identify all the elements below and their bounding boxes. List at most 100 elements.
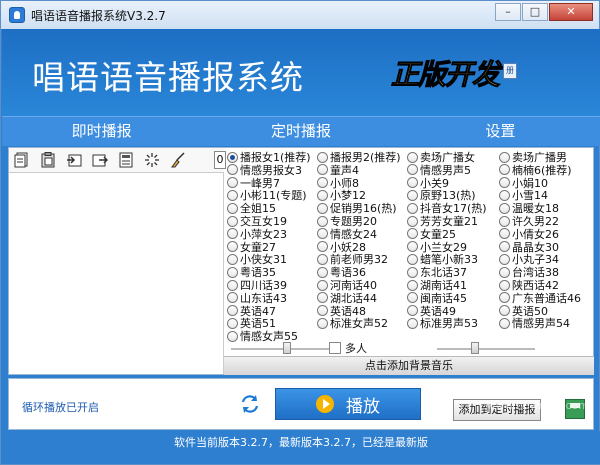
voice-radio[interactable] xyxy=(227,177,238,189)
voice-radio[interactable] xyxy=(499,253,510,265)
voice-radio[interactable] xyxy=(407,228,418,240)
voice-radio[interactable] xyxy=(227,215,238,227)
voice-radio[interactable] xyxy=(317,241,328,253)
multi-voice-option[interactable]: 多人 xyxy=(329,340,367,356)
volume-slider-track[interactable] xyxy=(437,348,535,350)
voice-radio[interactable] xyxy=(227,279,238,291)
voice-radio[interactable] xyxy=(499,202,510,214)
voice-radio[interactable] xyxy=(317,292,328,304)
voice-radio[interactable] xyxy=(499,228,510,240)
voice-sliders xyxy=(227,340,593,356)
play-icon xyxy=(316,395,334,413)
window-title: 唱语语音播报系统V3.2.7 xyxy=(31,8,166,23)
main-tabs: 即时播报 定时播报 设置 xyxy=(2,116,600,146)
voice-radio[interactable] xyxy=(317,253,328,265)
voice-radio[interactable] xyxy=(407,151,418,163)
tab-instant-broadcast[interactable]: 即时播报 xyxy=(2,117,201,146)
voice-radio[interactable] xyxy=(317,279,328,291)
export-icon[interactable] xyxy=(91,151,109,169)
tab-settings[interactable]: 设置 xyxy=(401,117,600,146)
minimize-button[interactable]: – xyxy=(495,3,521,21)
voice-radio[interactable] xyxy=(227,305,238,317)
banner-title: 唱语语音播报系统 xyxy=(32,58,304,97)
new-doc-icon[interactable] xyxy=(13,151,31,169)
multi-voice-label: 多人 xyxy=(345,342,367,355)
logo: 正版开发 册 xyxy=(390,49,521,95)
voice-radio[interactable] xyxy=(317,317,328,329)
voice-radio[interactable] xyxy=(407,241,418,253)
broadcast-text-area[interactable] xyxy=(9,173,224,374)
voice-radio[interactable] xyxy=(407,164,418,176)
voice-radio[interactable] xyxy=(227,266,238,278)
voice-radio[interactable] xyxy=(407,305,418,317)
tab-scheduled-broadcast[interactable]: 定时播报 xyxy=(201,117,400,146)
voice-radio[interactable] xyxy=(227,202,238,214)
app-icon xyxy=(9,7,25,23)
voice-radio[interactable] xyxy=(227,151,238,163)
save-list-icon[interactable] xyxy=(117,151,135,169)
voice-radio[interactable] xyxy=(317,215,328,227)
close-button[interactable]: ✕ xyxy=(549,3,593,21)
voice-radio[interactable] xyxy=(227,253,238,265)
voice-radio[interactable] xyxy=(407,253,418,265)
voice-radio[interactable] xyxy=(227,317,238,329)
voice-radio[interactable] xyxy=(317,177,328,189)
voice-radio[interactable] xyxy=(407,177,418,189)
speed-slider-thumb[interactable] xyxy=(283,342,291,354)
content-panel: 0 播报女1(推荐) 播报男2(推荐) 卖场广播女 卖场广播男 情感男报女3 童声4 情感男… xyxy=(8,147,594,375)
voice-radio[interactable] xyxy=(317,266,328,278)
maximize-button[interactable]: □ xyxy=(522,3,548,21)
voice-label: 标准男声53 xyxy=(420,317,478,331)
multi-voice-checkbox[interactable] xyxy=(329,342,341,354)
voice-radio[interactable] xyxy=(499,305,510,317)
voice-option[interactable]: 标准男声53 xyxy=(407,316,478,330)
voice-radio[interactable] xyxy=(407,292,418,304)
broom-icon[interactable] xyxy=(169,151,187,169)
voice-radio[interactable] xyxy=(227,164,238,176)
voice-radio[interactable] xyxy=(499,266,510,278)
voice-radio[interactable] xyxy=(227,241,238,253)
paste-icon[interactable] xyxy=(39,151,57,169)
voice-radio[interactable] xyxy=(317,189,328,201)
voice-radio[interactable] xyxy=(499,241,510,253)
loop-status-text: 循环播放已开启 xyxy=(22,401,99,414)
play-button[interactable]: 播放 xyxy=(275,388,421,420)
title-bar: 唱语语音播报系统V3.2.7 – □ ✕ xyxy=(1,1,599,29)
voice-radio[interactable] xyxy=(227,228,238,240)
voice-radio[interactable] xyxy=(407,279,418,291)
voice-radio[interactable] xyxy=(499,151,510,163)
voice-radio[interactable] xyxy=(227,189,238,201)
speed-value-field[interactable]: 0 xyxy=(214,151,226,169)
version-footer: 软件当前版本3.2.7，最新版本3.2.7，已经是最新版 xyxy=(2,431,600,464)
voice-radio[interactable] xyxy=(227,292,238,304)
voice-radio[interactable] xyxy=(499,177,510,189)
voice-label: 情感男声54 xyxy=(512,317,570,331)
speed-slider-track[interactable] xyxy=(231,348,329,350)
voice-radio[interactable] xyxy=(407,202,418,214)
clear-icon[interactable] xyxy=(143,151,161,169)
editor-toolbar: 0 xyxy=(9,148,226,173)
logo-tag[interactable]: 册 xyxy=(503,63,517,79)
voice-option[interactable]: 情感男声54 xyxy=(499,316,570,330)
voice-radio[interactable] xyxy=(317,151,328,163)
voice-radio[interactable] xyxy=(317,202,328,214)
repeat-icon[interactable] xyxy=(239,393,261,415)
voice-radio[interactable] xyxy=(499,292,510,304)
voice-radio[interactable] xyxy=(317,228,328,240)
voice-radio[interactable] xyxy=(407,266,418,278)
voice-radio[interactable] xyxy=(317,164,328,176)
import-icon[interactable] xyxy=(65,151,83,169)
voice-radio[interactable] xyxy=(499,215,510,227)
voice-radio[interactable] xyxy=(317,305,328,317)
voice-radio[interactable] xyxy=(407,317,418,329)
voice-radio[interactable] xyxy=(499,317,510,329)
voice-radio[interactable] xyxy=(499,189,510,201)
voice-radio[interactable] xyxy=(407,215,418,227)
watermark: www.downxia.com xyxy=(486,399,589,412)
voice-option[interactable]: 标准女声52 xyxy=(317,316,388,330)
voice-radio[interactable] xyxy=(499,164,510,176)
voice-radio[interactable] xyxy=(407,189,418,201)
add-background-music-button[interactable]: 点击添加背景音乐 xyxy=(224,356,594,375)
volume-slider-thumb[interactable] xyxy=(471,342,479,354)
voice-radio[interactable] xyxy=(499,279,510,291)
